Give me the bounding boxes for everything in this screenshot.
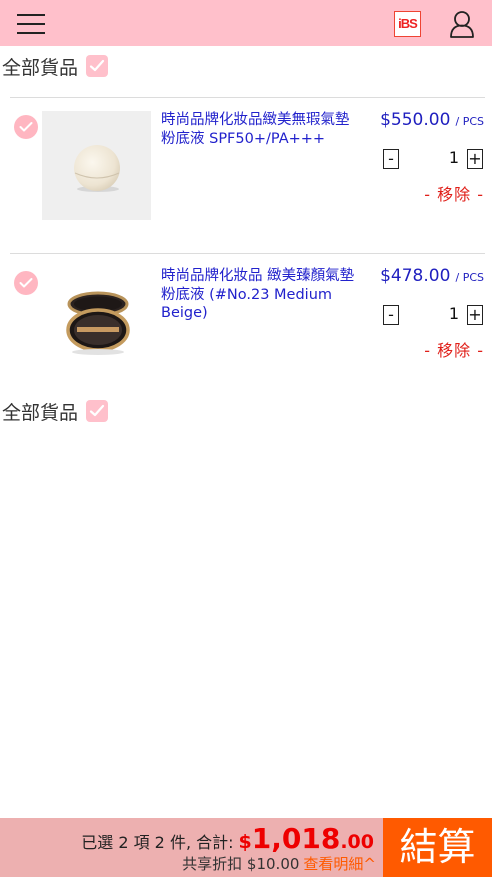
qty-value[interactable]: 1	[446, 304, 462, 323]
total-currency: $	[238, 831, 252, 853]
order-summary: 已選 2 項 2 件, 合計: $ 1,018 .00	[81, 822, 374, 855]
cushion-compact-image	[74, 145, 120, 192]
check-icon	[89, 59, 105, 72]
view-detail-link[interactable]: 查看明細^	[303, 855, 376, 873]
product-image[interactable]	[42, 111, 151, 220]
select-all-label: 全部貨品	[2, 56, 79, 79]
remove-button[interactable]: - 移除 -	[424, 337, 484, 361]
cart-item: 時尚品牌化妝品 緻美臻顏氣墊粉底液 (#No.23 Medium Beige) …	[0, 255, 492, 385]
qty-increase-button[interactable]: +	[467, 149, 483, 169]
site-logo[interactable]: iBS	[394, 11, 421, 37]
item-select-checkbox[interactable]	[14, 115, 38, 139]
select-all-label: 全部貨品	[2, 401, 79, 424]
summary-text: 已選 2 項 2 件, 合計:	[81, 833, 234, 852]
qty-decrease-button[interactable]: -	[383, 305, 399, 325]
divider	[10, 253, 485, 254]
qty-decrease-button[interactable]: -	[383, 149, 399, 169]
select-all-bottom: 全部貨品	[2, 397, 109, 425]
product-name[interactable]: 時尚品牌化妝品緻美無瑕氣墊粉底液 SPF50+/PA+++	[161, 111, 359, 148]
top-header: iBS	[0, 0, 492, 46]
check-icon	[89, 404, 105, 417]
check-icon	[19, 278, 33, 288]
remove-button[interactable]: - 移除 -	[424, 181, 484, 205]
discount-line: 共享折扣 $10.00 查看明細^	[182, 853, 376, 874]
total-amount: 1,018	[251, 822, 341, 855]
price: $550.00 / PCS	[380, 110, 484, 130]
product-name[interactable]: 時尚品牌化妝品 緻美臻顏氣墊粉底液 (#No.23 Medium Beige)	[161, 267, 359, 323]
price-amount: $478.00	[380, 266, 451, 286]
discount-text: 共享折扣 $10.00	[182, 855, 300, 873]
menu-icon[interactable]	[17, 12, 45, 36]
price-amount: $550.00	[380, 110, 451, 130]
cart-item: 時尚品牌化妝品緻美無瑕氣墊粉底液 SPF50+/PA+++ $550.00 / …	[0, 99, 492, 229]
divider	[10, 97, 485, 98]
select-all-checkbox[interactable]	[86, 400, 109, 422]
price-unit: / PCS	[455, 115, 485, 128]
select-all-checkbox[interactable]	[86, 55, 109, 77]
total-decimal: .00	[340, 831, 374, 853]
product-image[interactable]	[42, 267, 151, 376]
checkout-button[interactable]: 結算	[383, 818, 492, 877]
qty-value[interactable]: 1	[446, 148, 462, 167]
user-icon[interactable]	[448, 10, 476, 38]
check-icon	[19, 122, 33, 132]
cushion-compact-image	[66, 291, 130, 355]
checkout-bar: 已選 2 項 2 件, 合計: $ 1,018 .00 共享折扣 $10.00 查…	[0, 818, 492, 877]
price: $478.00 / PCS	[380, 266, 484, 286]
select-all-top: 全部貨品	[2, 52, 109, 80]
item-select-checkbox[interactable]	[14, 271, 38, 295]
qty-increase-button[interactable]: +	[467, 305, 483, 325]
price-unit: / PCS	[455, 271, 485, 284]
